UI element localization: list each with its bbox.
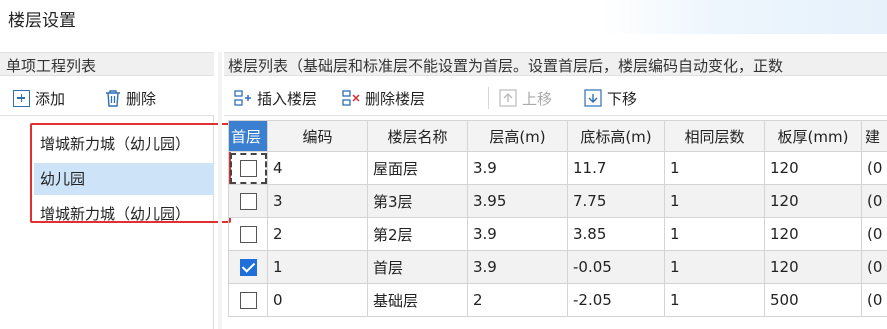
slab-cell[interactable]: 120 [764,184,862,218]
add-project-button[interactable]: 添加 [13,87,65,109]
col-header-slab-thickness[interactable]: 板厚(mm) [764,120,862,152]
project-list-title: 单项工程列表 [6,57,97,75]
same-count-cell[interactable]: 1 [664,283,765,317]
move-up-icon [499,89,517,107]
checkbox-icon[interactable] [239,160,257,177]
name-cell[interactable]: 屋面层 [367,151,468,185]
col-header-code[interactable]: 编码 [267,120,368,152]
move-down-icon [584,89,602,107]
slab-cell[interactable]: 120 [764,250,862,284]
height-cell[interactable]: 3.9 [467,151,568,185]
col-header-first-floor[interactable]: 首层 [228,120,268,152]
first-floor-cell[interactable] [228,283,268,317]
extra-cell[interactable]: (0 [861,283,887,317]
base-cell[interactable]: 11.7 [567,151,665,185]
window-title: 楼层设置 [8,11,76,31]
base-cell[interactable]: -2.05 [567,283,665,317]
add-icon [13,89,30,107]
height-cell[interactable]: 3.95 [467,184,568,218]
floor-list-title: 楼层列表（基础层和标准层不能设置为首层。设置首层后，楼层编码自动变化，正数 [228,57,784,75]
height-cell[interactable]: 2 [467,283,568,317]
title-glow [600,0,887,34]
first-floor-cell[interactable] [228,217,268,251]
table-row[interactable]: 1 首层 3.9 -0.05 1 120 (0 [228,250,887,284]
same-count-cell[interactable]: 1 [664,151,765,185]
table-row[interactable]: 0 基础层 2 -2.05 1 500 (0 [228,283,887,317]
move-up-button[interactable]: 上移 [499,87,552,109]
extra-cell[interactable]: (0 [861,217,887,251]
delete-project-button[interactable]: 删除 [105,87,156,109]
checkbox-icon[interactable] [239,292,257,309]
floor-toolbar: 插入楼层 删除楼层 上移 下移 [224,78,887,116]
code-cell[interactable]: 3 [267,184,368,218]
move-down-label: 下移 [607,89,638,108]
project-item[interactable]: 增城新力城（幼儿园） [34,128,190,160]
table-header-row: 首层 编码 楼层名称 层高(m) 底标高(m) 相同层数 板厚(mm) 建 [228,120,887,152]
slab-cell[interactable]: 500 [764,283,862,317]
height-cell[interactable]: 3.9 [467,217,568,251]
first-floor-cell[interactable] [228,250,268,284]
height-cell[interactable]: 3.9 [467,250,568,284]
col-header-extra[interactable]: 建 [861,120,887,152]
delete-floor-button[interactable]: 删除楼层 [342,87,425,109]
delete-floor-label: 删除楼层 [365,89,426,108]
extra-cell[interactable]: (0 [861,184,887,218]
base-cell[interactable]: 3.85 [567,217,665,251]
first-floor-cell[interactable] [228,184,268,218]
checkbox-icon[interactable] [239,226,257,243]
title-bar: 楼层设置 [0,0,887,44]
table-row[interactable]: 3 第3层 3.95 7.75 1 120 (0 [228,184,887,218]
toolbar-separator [488,87,489,109]
slab-cell[interactable]: 120 [764,217,862,251]
name-cell[interactable]: 第2层 [367,217,468,251]
insert-floor-label: 插入楼层 [257,89,318,108]
project-item[interactable]: 增城新力城（幼儿园） [34,198,190,230]
move-down-button[interactable]: 下移 [584,87,637,109]
table-row[interactable]: 4 屋面层 3.9 11.7 1 120 (0 [228,151,887,185]
trash-icon [106,90,120,107]
extra-cell[interactable]: (0 [861,151,887,185]
add-project-label: 添加 [35,89,66,108]
project-list: 增城新力城（幼儿园） 幼儿园 增城新力城（幼儿园） [0,116,214,329]
project-item-selected[interactable]: 幼儿园 [34,163,214,195]
checkbox-checked-icon[interactable] [239,259,257,276]
name-cell[interactable]: 首层 [367,250,468,284]
code-cell[interactable]: 0 [267,283,368,317]
base-cell[interactable]: -0.05 [567,250,665,284]
checkbox-icon[interactable] [239,193,257,210]
slab-cell[interactable]: 120 [764,151,862,185]
floor-table: 首层 编码 楼层名称 层高(m) 底标高(m) 相同层数 板厚(mm) 建 4 … [228,120,887,317]
code-cell[interactable]: 2 [267,217,368,251]
project-toolbar: 添加 删除 [0,78,214,116]
insert-floor-icon [234,90,251,106]
name-cell[interactable]: 第3层 [367,184,468,218]
delete-floor-icon [342,90,360,106]
code-cell[interactable]: 1 [267,250,368,284]
move-up-label: 上移 [522,89,553,108]
panel-splitter[interactable] [218,52,222,329]
table-row[interactable]: 2 第2层 3.9 3.85 1 120 (0 [228,217,887,251]
project-list-header: 单项工程列表 [0,52,214,76]
col-header-base-elevation[interactable]: 底标高(m) [567,120,665,152]
floor-list-header: 楼层列表（基础层和标准层不能设置为首层。设置首层后，楼层编码自动变化，正数 [224,52,887,76]
same-count-cell[interactable]: 1 [664,250,765,284]
first-floor-cell[interactable] [228,151,268,185]
same-count-cell[interactable]: 1 [664,217,765,251]
delete-project-label: 删除 [126,89,157,108]
extra-cell[interactable]: (0 [861,250,887,284]
same-count-cell[interactable]: 1 [664,184,765,218]
col-header-height[interactable]: 层高(m) [467,120,568,152]
name-cell[interactable]: 基础层 [367,283,468,317]
col-header-floor-name[interactable]: 楼层名称 [367,120,468,152]
code-cell[interactable]: 4 [267,151,368,185]
col-header-same-count[interactable]: 相同层数 [664,120,765,152]
base-cell[interactable]: 7.75 [567,184,665,218]
insert-floor-button[interactable]: 插入楼层 [234,87,317,109]
